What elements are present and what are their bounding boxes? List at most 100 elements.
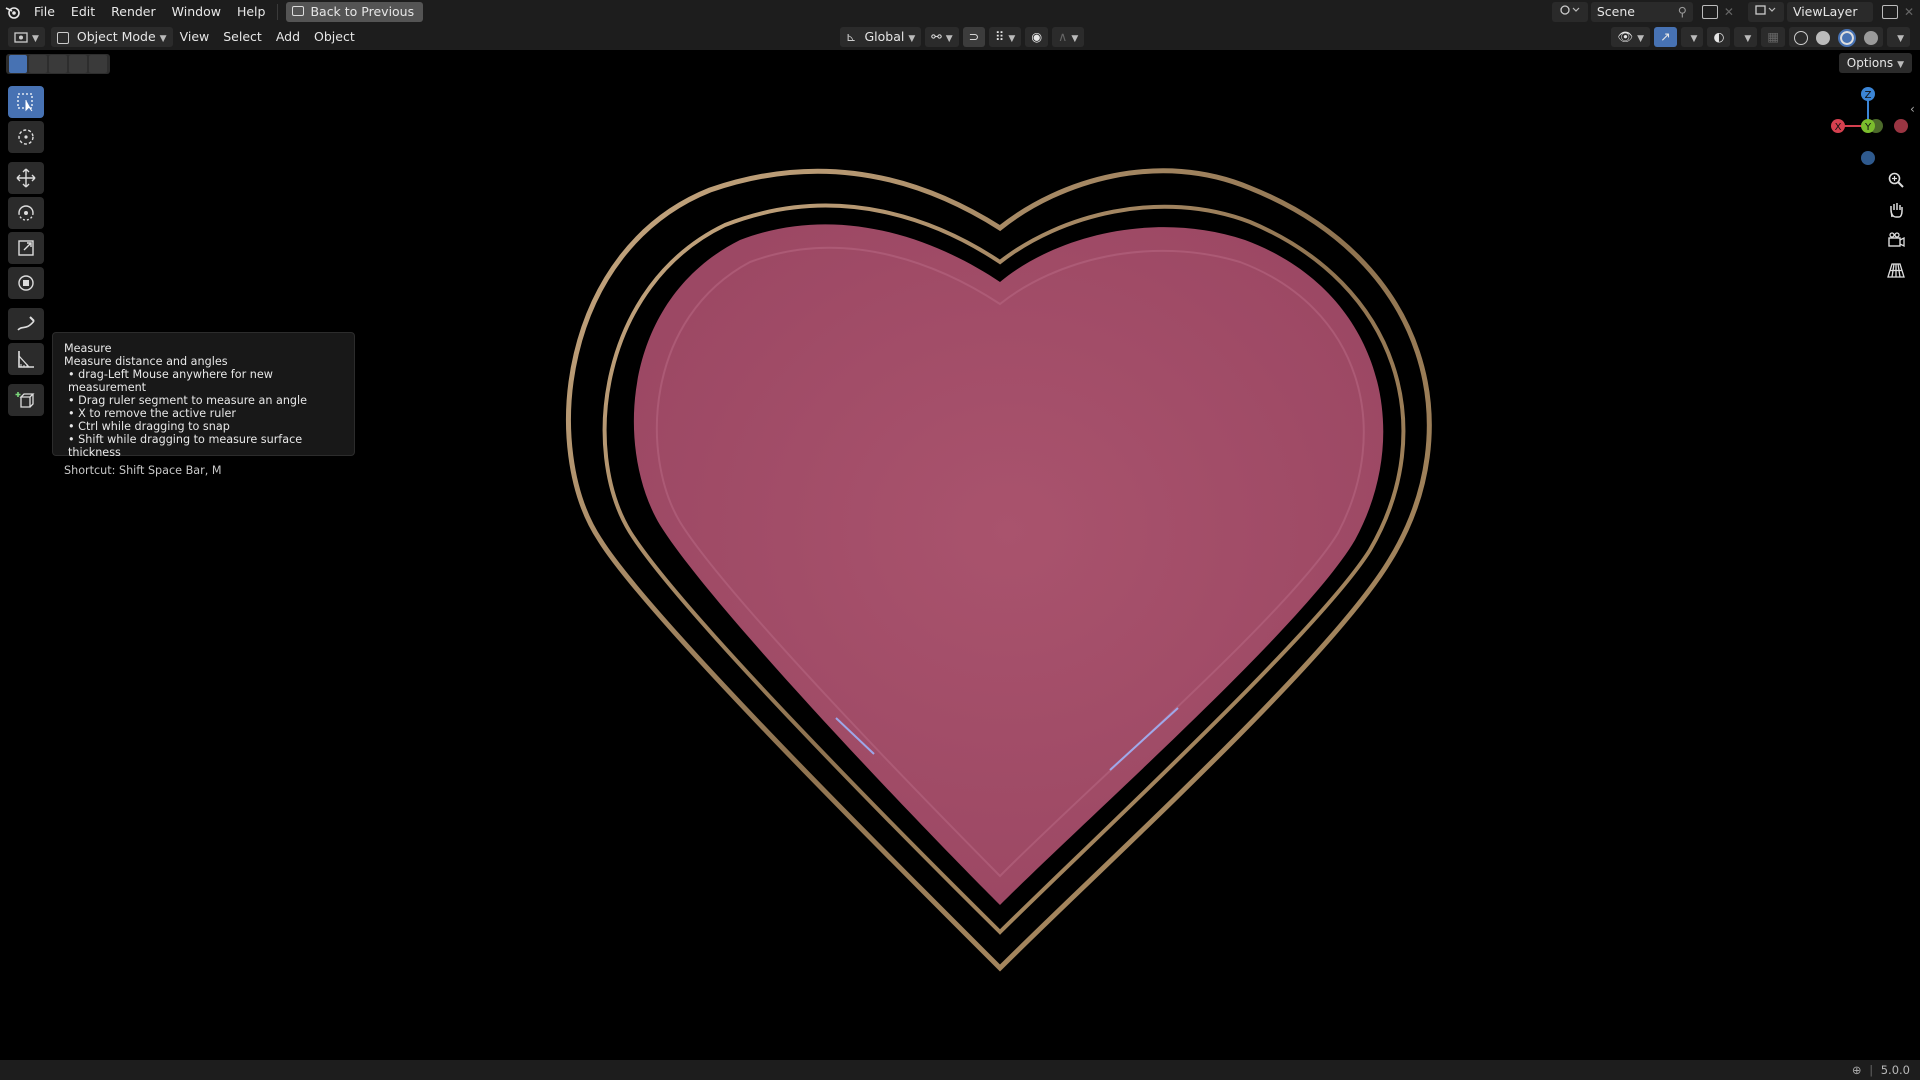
back-to-previous-button[interactable]: Back to Previous [286,2,424,22]
gizmo-toggle[interactable]: ↗ [1654,27,1677,47]
blender-logo-icon[interactable] [0,0,26,24]
tooltip-shortcut: Shortcut: Shift Space Bar, M [64,464,222,477]
axis-y-label: Y [1864,122,1872,133]
pink-heart [633,224,1384,906]
select-box-tool[interactable] [8,86,44,118]
3d-viewport[interactable] [0,50,1920,1060]
back-screen-icon [292,6,305,16]
transform-tool[interactable] [8,267,44,299]
menu-object[interactable]: Object [307,27,362,47]
measure-ruler-icon [18,351,34,368]
snap-target-dropdown[interactable]: ⠿ ▼ [989,27,1022,47]
overlays-dropdown[interactable]: ▼ [1734,27,1758,47]
mode-dropdown[interactable]: Object Mode ▼ [50,27,173,47]
selection-mode-buttons [6,54,110,74]
new-viewlayer-icon[interactable] [1881,5,1898,19]
network-globe-icon: ⊕ [1851,1063,1862,1077]
options-label: Options [1846,56,1894,70]
heart-render [566,168,1432,972]
shading-modes[interactable] [1789,27,1884,47]
axis-neg-z-circle[interactable] [1861,151,1875,165]
snap-toggle[interactable]: ⊃ [962,27,986,47]
sidebar-toggle-arrow-icon[interactable]: ‹ [1910,102,1915,116]
tooltip-title: Measure [64,342,112,355]
scene-name-field[interactable]: Scene ⚲ [1590,2,1693,22]
axis-z-label: Z [1865,90,1872,101]
transform-orientation-dropdown[interactable]: ⊾ Global ▼ [840,27,922,47]
menu-edit[interactable]: Edit [63,0,103,24]
proportional-editing-toggle[interactable]: ◉ [1025,27,1049,47]
shading-dropdown[interactable]: ▼ [1887,27,1910,47]
pivot-icon: ⚯ [931,29,942,44]
perspective-grid-icon[interactable] [1884,258,1908,282]
move-icon [16,168,36,188]
camera-view-icon[interactable] [1884,228,1908,252]
pivot-point-dropdown[interactable]: ⚯ ▼ [925,27,959,47]
pan-hand-icon[interactable] [1884,198,1908,222]
tool-shelf [8,86,46,419]
scene-type-dropdown[interactable] [1551,2,1588,22]
tooltip-item: • X to remove the active ruler [68,407,236,420]
scale-tool[interactable] [8,232,44,264]
material-preview-icon[interactable] [1838,28,1857,47]
annotate-pen-icon [17,316,35,331]
menu-add[interactable]: Add [269,27,307,47]
editor-type-dropdown[interactable]: ▼ [8,27,45,47]
tooltip-item-text: X to remove the active ruler [78,407,236,420]
orientation-label: Global [864,29,905,44]
add-cube-icon [15,392,35,408]
select-new-icon[interactable] [9,55,27,73]
mode-label: Object Mode [76,29,156,44]
add-cube-tool[interactable] [8,384,44,416]
xray-icon: ▦ [1767,29,1780,44]
rotate-tool[interactable] [8,197,44,229]
tooltip-item-text: Shift while dragging to measure surface … [68,433,303,459]
viewlayer-type-dropdown[interactable] [1747,2,1784,22]
axis-pos-x-circle-neg[interactable] [1894,119,1908,133]
select-invert-icon[interactable] [69,55,87,73]
back-to-previous-label: Back to Previous [310,4,415,19]
viewlayer-name-field[interactable]: ViewLayer [1786,2,1873,22]
select-intersect-icon[interactable] [89,55,107,73]
object-mode-icon [56,31,69,44]
select-extend-icon[interactable] [29,55,47,73]
wireframe-shading-icon[interactable] [1794,30,1809,45]
pin-icon[interactable]: ⚲ [1678,2,1687,22]
options-dropdown[interactable]: Options ▼ [1838,53,1912,73]
cursor-tool[interactable] [8,121,44,153]
gizmo-icon: ↗ [1660,29,1671,44]
menu-render[interactable]: Render [103,0,164,24]
menu-window[interactable]: Window [164,0,229,24]
xray-toggle[interactable]: ▦ [1761,27,1786,47]
menu-help[interactable]: Help [229,0,274,24]
menu-view[interactable]: View [173,27,217,47]
annotate-tool[interactable] [8,308,44,340]
scene-selector-area: Scene ⚲ ✕ ViewLayer ✕ [1551,0,1920,24]
delete-viewlayer-icon[interactable]: ✕ [1904,5,1914,19]
tooltip-item: • Ctrl while dragging to snap [68,420,230,433]
transform-icon [18,275,34,291]
overlays-toggle[interactable]: ◐ [1707,27,1731,47]
measure-tool[interactable] [8,343,44,375]
falloff-dropdown[interactable]: ∧ ▼ [1052,27,1085,47]
magnet-icon: ⊃ [968,29,980,44]
zoom-icon[interactable] [1884,168,1908,192]
delete-scene-icon[interactable]: ✕ [1724,5,1734,19]
select-subtract-icon[interactable] [49,55,67,73]
solid-shading-icon[interactable] [1816,30,1831,45]
overlays-icon: ◐ [1713,29,1725,44]
proportional-icon: ◉ [1031,29,1043,44]
navigation-gizmo[interactable]: Z X Y [1828,86,1908,166]
menu-select[interactable]: Select [216,27,269,47]
scale-icon [18,240,34,256]
rotate-icon [18,205,34,221]
new-scene-icon[interactable] [1701,5,1718,19]
menu-file[interactable]: File [26,0,63,24]
move-tool[interactable] [8,162,44,194]
gizmo-dropdown[interactable]: ▼ [1680,27,1704,47]
visibility-dropdown[interactable]: 👁 ▼ [1611,27,1651,47]
falloff-icon: ∧ [1058,29,1068,44]
scene-name: Scene [1596,4,1635,19]
rendered-shading-icon[interactable] [1864,30,1879,45]
cursor-icon [18,129,34,145]
